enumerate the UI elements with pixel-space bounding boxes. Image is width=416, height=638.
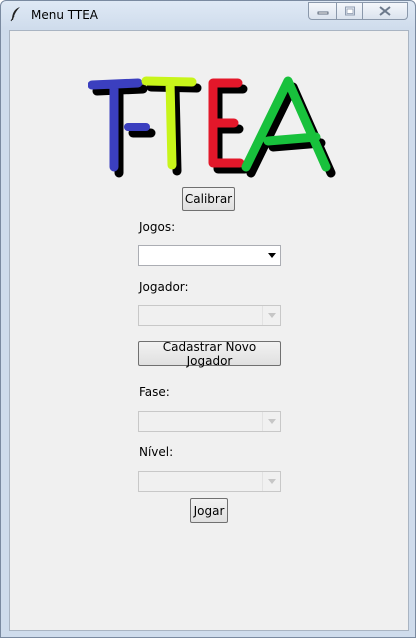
logo-letter-t2 — [141, 76, 197, 170]
cadastrar-novo-jogador-button[interactable]: Cadastrar Novo Jogador — [138, 340, 281, 368]
fase-label: Fase: — [139, 385, 170, 399]
calibrar-button[interactable]: Calibrar — [182, 187, 235, 211]
jogos-label: Jogos: — [139, 220, 176, 234]
feather-icon — [10, 7, 20, 22]
dropdown-arrow-icon[interactable] — [262, 306, 280, 325]
nivel-select[interactable] — [138, 471, 281, 492]
title-bar[interactable]: Menu TTEA — [1, 1, 415, 29]
maximize-button[interactable] — [336, 2, 363, 20]
window-title: Menu TTEA — [31, 8, 99, 22]
nivel-label: Nível: — [139, 445, 174, 459]
jogador-select[interactable] — [138, 305, 281, 326]
logo-letter-e — [208, 78, 245, 168]
close-icon — [379, 6, 391, 16]
minimize-icon — [317, 11, 328, 15]
jogos-select[interactable] — [138, 245, 281, 266]
close-button[interactable] — [362, 2, 408, 20]
main-panel: Calibrar Jogos: Jogador: Cadastrar Novo … — [9, 30, 409, 631]
dropdown-arrow-icon[interactable] — [262, 412, 280, 431]
dropdown-arrow-icon[interactable] — [262, 472, 280, 491]
fase-select[interactable] — [138, 411, 281, 432]
minimize-button[interactable] — [308, 2, 337, 20]
jogador-label: Jogador: — [139, 280, 189, 294]
maximize-icon — [344, 6, 355, 16]
dropdown-arrow-icon[interactable] — [263, 246, 280, 265]
app-window: Menu TTEA Calibrar Jogos: Jogador: Cadas… — [0, 0, 416, 638]
jogar-button[interactable]: Jogar — [190, 498, 228, 523]
t-tea-logo — [88, 76, 336, 178]
